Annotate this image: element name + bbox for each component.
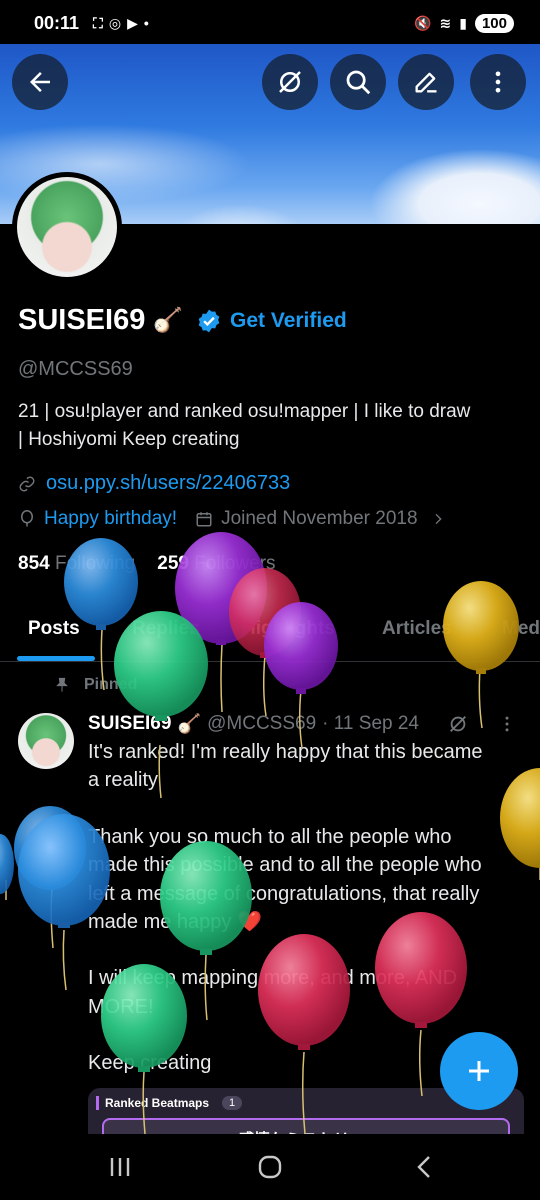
system-icons: 🔇 ≋ ▮ 100 <box>414 13 514 33</box>
display-name: SUISEI69 <box>18 304 146 336</box>
pencil-icon <box>415 72 437 93</box>
avatar-image <box>17 177 117 277</box>
tab-posts[interactable]: Posts <box>28 618 80 640</box>
chevron-right-icon[interactable] <box>430 511 446 527</box>
status-bar: 00:11 ⛶ ◎ ▶ • 🔇 ≋ ▮ 100 <box>0 0 540 46</box>
post-line: made this possible and to all the people… <box>88 854 482 877</box>
battery-indicator: 100 <box>474 13 514 33</box>
youtube-icon: ▶ <box>127 14 138 31</box>
followers-link[interactable]: 259 Followers <box>157 553 275 575</box>
post-avatar[interactable] <box>18 713 74 769</box>
post-date[interactable]: · 11 Sep 24 <box>322 713 419 735</box>
profile-name: SUISEI69 🪕 <box>18 304 183 337</box>
bio-line: | Hoshiyomi Keep creating <box>18 429 240 450</box>
recent-apps-icon <box>110 1158 130 1176</box>
profile-meta: Happy birthday! Joined November 2018 <box>18 508 446 530</box>
system-navigation-bar <box>0 1134 540 1200</box>
search-icon <box>346 70 371 95</box>
calendar-icon <box>196 512 212 527</box>
post-line: MORE! <box>88 995 154 1018</box>
pinned-label: Pinned <box>54 676 137 694</box>
recent-apps-button[interactable] <box>100 1150 140 1184</box>
profile-link-text[interactable]: osu.ppy.sh/users/22406733 <box>46 472 290 495</box>
link-icon <box>19 476 35 491</box>
post-header: SUISEI69 🪕 @MCCSS69 · 11 Sep 24 <box>88 712 517 736</box>
dot-icon: • <box>143 15 149 31</box>
notification-icons: ⛶ ◎ ▶ • <box>93 15 149 32</box>
followers-label: Followers <box>194 553 276 574</box>
profile-handle: @MCCSS69 <box>18 358 133 380</box>
following-link[interactable]: 854 Following <box>18 553 135 575</box>
card-tag: Ranked Beatmaps <box>96 1096 209 1110</box>
pin-icon <box>56 677 68 692</box>
following-label: Following <box>54 553 136 574</box>
card-title: 感情ケミストリー <box>238 1126 366 1134</box>
balloon-icon <box>21 510 33 527</box>
balloon <box>0 834 14 900</box>
birthday-text: Happy birthday! <box>44 508 178 529</box>
get-verified-button[interactable]: Get Verified <box>196 308 347 334</box>
tab-replies[interactable]: Replies <box>132 618 200 640</box>
grok-button[interactable] <box>262 54 318 110</box>
search-button[interactable] <box>330 54 386 110</box>
post-line: Thank you so much to all the people who <box>88 825 452 848</box>
post-author[interactable]: SUISEI69 <box>88 713 171 735</box>
balloon <box>14 806 86 949</box>
post-author-emoji: 🪕 <box>177 714 202 735</box>
post-line <box>88 936 528 964</box>
compose-post-button[interactable] <box>440 1032 518 1110</box>
post-line: It's ranked! I'm really happy that this … <box>88 741 483 763</box>
post-handle[interactable]: @MCCSS69 <box>207 713 316 735</box>
profile-tabs: Posts Replies Highlights Articles Med <box>0 604 540 662</box>
system-back-icon <box>417 1156 430 1178</box>
back-arrow-icon <box>30 72 50 92</box>
tab-articles[interactable]: Articles <box>382 618 452 640</box>
post-line: I will keep mapping more, and more, AND <box>88 967 458 990</box>
tab-highlights[interactable]: Highlights <box>242 618 335 640</box>
grok-icon <box>279 71 301 93</box>
profile-link[interactable]: osu.ppy.sh/users/22406733 <box>18 472 290 495</box>
more-options-button[interactable] <box>470 54 526 110</box>
mute-icon: 🔇 <box>414 14 432 31</box>
get-verified-label: Get Verified <box>230 309 347 332</box>
profile-avatar[interactable] <box>12 172 122 282</box>
name-emoji: 🪕 <box>153 307 184 334</box>
card-count: 1 <box>222 1096 243 1110</box>
wifi-icon: ≋ <box>439 14 452 31</box>
screenshot-icon: ⛶ <box>93 14 103 31</box>
bio-line: 21 | osu!player and ranked osu!mapper | … <box>18 401 471 422</box>
whatsapp-icon: ◎ <box>108 14 122 31</box>
pinned-text: Pinned <box>84 676 138 693</box>
grok-post-icon[interactable] <box>447 713 469 735</box>
signal-icon: ▮ <box>459 14 467 31</box>
follow-stats: 854 Following 259 Followers <box>18 553 276 575</box>
status-time: 00:11 <box>34 12 80 33</box>
following-count: 854 <box>18 553 50 574</box>
more-vertical-icon <box>495 71 501 93</box>
plus-icon <box>469 1061 489 1081</box>
joined-date: Joined November 2018 <box>221 508 418 529</box>
tab-media[interactable]: Med <box>502 618 540 640</box>
back-button[interactable] <box>12 54 68 110</box>
post-line: a reality <box>88 769 159 792</box>
active-tab-indicator <box>17 656 95 661</box>
verified-badge-icon <box>198 309 220 333</box>
home-button[interactable] <box>250 1150 290 1184</box>
home-icon <box>258 1155 282 1179</box>
edit-button[interactable] <box>398 54 454 110</box>
post-more-icon[interactable] <box>497 714 517 734</box>
post-text[interactable]: It's ranked! I'm really happy that this … <box>88 738 528 1078</box>
profile-bio: 21 | osu!player and ranked osu!mapper | … <box>18 398 528 454</box>
post-line: made me happy ❤️ <box>88 911 262 934</box>
followers-count: 259 <box>157 553 189 574</box>
post-line <box>88 795 528 823</box>
system-back-button[interactable] <box>404 1150 444 1184</box>
post-line: left a message of congratulations, that … <box>88 882 480 905</box>
